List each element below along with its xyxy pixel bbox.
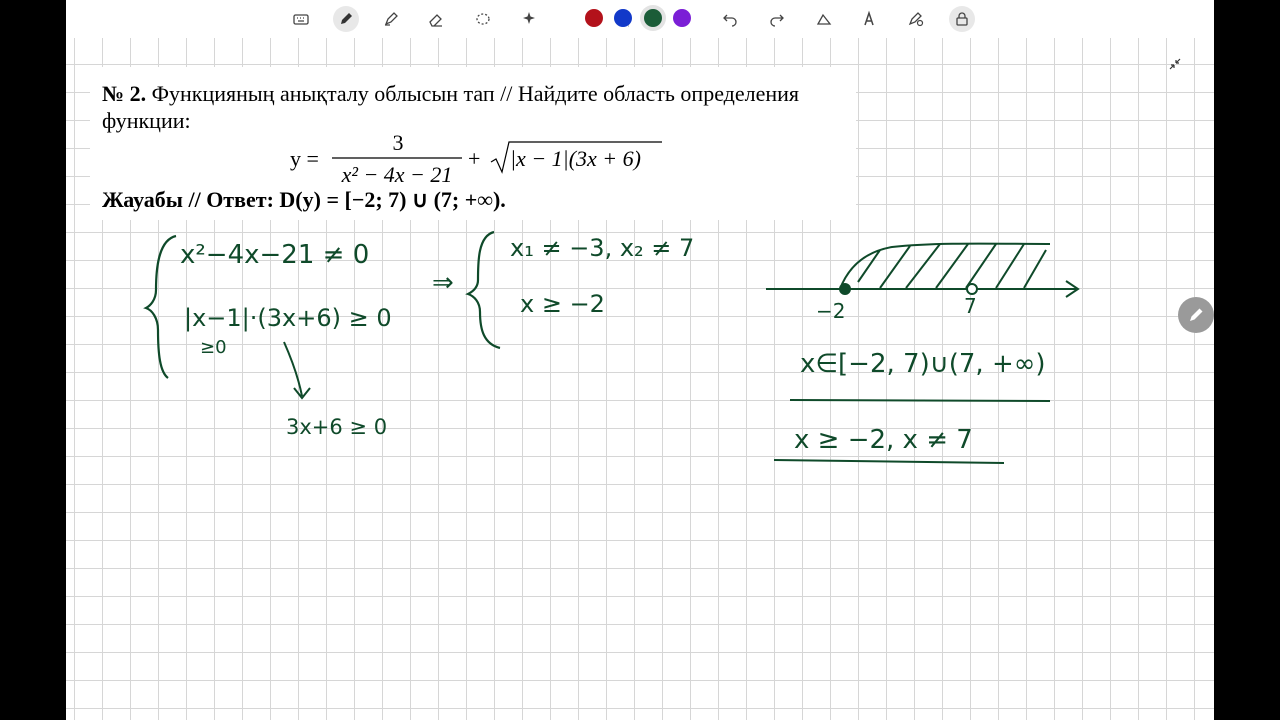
number-line [766, 242, 1080, 298]
axis-label-minus2: −2 [816, 299, 845, 323]
axis-label-7: 7 [964, 294, 977, 318]
closed-point-minus2 [839, 283, 851, 295]
final-answer: x ≥ −2, x ≠ 7 [794, 425, 973, 455]
underline-2 [773, 459, 1005, 464]
interval-answer: x∈[−2, 7)∪(7, +∞) [800, 349, 1046, 379]
left-brace-2 [465, 230, 501, 350]
underline-1 [789, 399, 1051, 402]
open-point-7 [966, 283, 978, 295]
down-arrow [283, 341, 311, 400]
handwriting-layer: x²−4x−21 ≠ 0 |x−1|·(3x+6) ≥ 0 ≥0 3x+6 ≥ … [143, 230, 1080, 464]
implies-symbol: ⇒ [432, 268, 454, 298]
arrow-result: 3x+6 ≥ 0 [286, 415, 387, 439]
left-brace-1 [143, 234, 177, 379]
system2-line2: x ≥ −2 [520, 290, 605, 318]
pen-icon [1190, 308, 1203, 321]
system2-line1: x₁ ≠ −3, x₂ ≠ 7 [510, 234, 694, 262]
system1-note: ≥0 [200, 337, 227, 358]
floating-pen-button[interactable] [1178, 297, 1214, 333]
system1-line2: |x−1|·(3x+6) ≥ 0 [184, 304, 392, 332]
system1-line1: x²−4x−21 ≠ 0 [180, 240, 369, 270]
